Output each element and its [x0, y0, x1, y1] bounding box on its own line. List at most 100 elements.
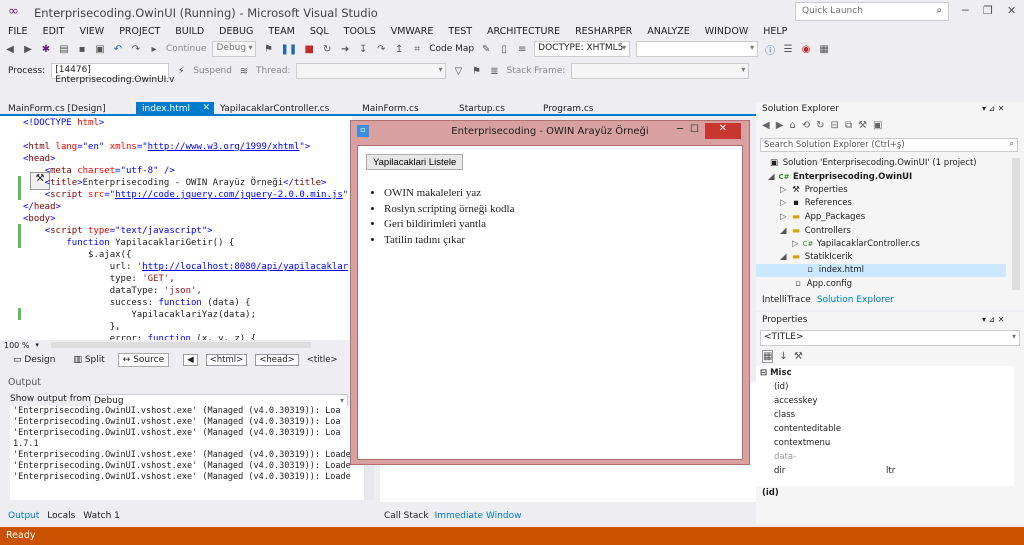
sync-icon[interactable]: ⟲	[802, 120, 810, 131]
tree-item-statikicerik[interactable]: ◢ ▬ StatikIcerik	[780, 252, 852, 262]
close-tab-icon[interactable]: ✕	[202, 103, 210, 113]
menu-view[interactable]: VIEW	[80, 26, 105, 37]
menu-file[interactable]: FILE	[8, 26, 28, 37]
menu-icon[interactable]: ☰	[782, 44, 794, 55]
menu-analyze[interactable]: ANALYZE	[647, 26, 689, 37]
step-into-icon[interactable]: ↧	[357, 44, 369, 55]
refresh-icon[interactable]: ↻	[816, 120, 824, 131]
minimize-icon[interactable]: ─	[677, 124, 683, 135]
thread-select[interactable]: ▾	[296, 63, 447, 79]
property-name[interactable]: accesskey	[774, 396, 818, 406]
horizontal-scrollbar[interactable]	[50, 342, 311, 348]
menu-team[interactable]: TEAM	[268, 26, 295, 37]
chevron-down-icon[interactable]: ▾	[35, 341, 39, 349]
menu-debug[interactable]: DEBUG	[219, 26, 253, 37]
breadcrumb-html[interactable]: <html>	[205, 354, 248, 366]
breadcrumb-prev-icon[interactable]: ◀	[183, 354, 198, 366]
property-name[interactable]: class	[774, 410, 795, 420]
process-select[interactable]: [14476] Enterprisecoding.OwinUI.v	[51, 63, 175, 85]
menu-project[interactable]: PROJECT	[119, 26, 160, 37]
tab-immediate-window[interactable]: Immediate Window	[435, 511, 522, 521]
tree-item-app-packages[interactable]: ▷ ▬ App_Packages	[780, 212, 865, 222]
tab-index-html[interactable]: index.html ✕	[136, 102, 214, 116]
menu-resharper[interactable]: RESHARPER	[575, 26, 632, 37]
quick-launch-input[interactable]: Quick Launch ⌕	[795, 2, 949, 21]
code-editor[interactable]: ⚒ <!DOCTYPE html> <html lang="en" xmlns=…	[0, 116, 352, 340]
pause-icon[interactable]: ❚❚	[280, 44, 297, 55]
tree-item-solution[interactable]: ▣ Solution 'Enterprisecoding.OwinUI' (1 …	[768, 158, 977, 168]
stack-frame-select[interactable]: ▾	[571, 63, 750, 79]
split-view-button[interactable]: ▥ Split	[68, 353, 109, 367]
menu-help[interactable]: HELP	[763, 26, 787, 37]
menu-test[interactable]: TEST	[448, 26, 472, 37]
list-todos-button[interactable]: Yapilacaklari Listele	[366, 154, 464, 170]
property-name[interactable]: dir	[774, 466, 785, 476]
source-view-button[interactable]: ↔ Source	[117, 353, 170, 367]
pane-options-icon[interactable]: ▾ ⊿ ✕	[982, 315, 1005, 324]
pin-icon[interactable]: ✎	[480, 44, 492, 55]
browser-icon[interactable]: ◉	[800, 44, 812, 55]
expand-icon[interactable]: ▷	[780, 212, 790, 222]
tree-item-project[interactable]: ◢ C# Enterprisecoding.OwinUI	[768, 172, 912, 182]
alphabetical-icon[interactable]: ↓	[779, 351, 787, 362]
tab-output[interactable]: Output	[8, 511, 39, 521]
continue-icon[interactable]: ▸	[148, 44, 160, 55]
tab-call-stack[interactable]: Call Stack	[384, 511, 429, 521]
forward-icon[interactable]: ▶	[776, 120, 784, 131]
expand-icon[interactable]: ▷	[780, 198, 790, 208]
code-map-icon[interactable]: ⌗	[411, 44, 423, 55]
show-next-icon[interactable]: ➜	[339, 44, 351, 55]
flag-icon[interactable]: ⚑	[470, 66, 482, 77]
config-select[interactable]: Debug ▾	[212, 41, 257, 57]
properties-icon[interactable]: ⚒	[858, 120, 867, 131]
design-view-button[interactable]: ▭ Design	[8, 353, 60, 367]
zoom-level[interactable]: 100 %	[4, 341, 29, 350]
property-pages-icon[interactable]: ⚒	[794, 351, 803, 362]
tree-item-references[interactable]: ▷ ▪ References	[780, 198, 852, 208]
menu-vmware[interactable]: VMWARE	[391, 26, 434, 37]
breadcrumb-head[interactable]: <head>	[255, 354, 299, 366]
property-value-dir[interactable]: ltr	[886, 466, 895, 476]
comment-icon[interactable]: ≡	[516, 44, 528, 55]
restart-icon[interactable]: ↻	[321, 44, 333, 55]
menu-tools[interactable]: TOOLS	[344, 26, 376, 37]
collapse-icon[interactable]: ◢	[780, 252, 790, 262]
redo-icon[interactable]: ↷	[130, 44, 142, 55]
menu-architecture[interactable]: ARCHITECTURE	[487, 26, 560, 37]
tab-mainform-cs[interactable]: MainForm.cs	[356, 102, 425, 116]
properties-object-select[interactable]: <TITLE> ▾	[760, 330, 1020, 346]
tree-item-yapilacaklar-controller[interactable]: ▷ C# YapilacaklarController.cs	[792, 239, 920, 249]
maximize-icon[interactable]: ☐	[690, 124, 699, 135]
menu-sql[interactable]: SQL	[310, 26, 329, 37]
back-icon[interactable]: ◀	[4, 44, 16, 55]
tab-intellitrace[interactable]: IntelliTrace	[762, 295, 811, 305]
menu-window[interactable]: WINDOW	[705, 26, 749, 37]
output-text[interactable]: 'Enterprisecoding.OwinUI.vshost.exe' (Ma…	[10, 406, 364, 500]
tree-item-properties[interactable]: ▷ ⚒ Properties	[780, 185, 848, 195]
doctype-select[interactable]: DOCTYPE: XHTML5 ▾	[534, 41, 631, 57]
copy-icon[interactable]: ⧉	[845, 120, 852, 131]
menu-edit[interactable]: EDIT	[43, 26, 65, 37]
preview-icon[interactable]: ▣	[873, 120, 882, 131]
save-all-icon[interactable]: ▣	[94, 44, 106, 55]
filter-icon[interactable]: ▽	[452, 66, 464, 77]
tab-watch[interactable]: Watch 1	[83, 511, 120, 521]
expand-icon[interactable]: ◢	[768, 172, 778, 182]
info-icon[interactable]: ⓘ	[764, 42, 776, 57]
step-over-icon[interactable]: ↷	[375, 44, 387, 55]
breadcrumb-title[interactable]: <title>	[307, 355, 338, 365]
tree-item-index-html[interactable]: ▫ index.html	[756, 264, 1006, 277]
suspend-button[interactable]: Suspend	[193, 66, 232, 76]
vertical-scrollbar[interactable]	[1012, 158, 1020, 290]
category-misc[interactable]: ⊟ Misc	[760, 368, 792, 378]
new-project-icon[interactable]: ✱	[40, 44, 52, 55]
solution-search-input[interactable]: Search Solution Explorer (Ctrl+ş) ⌕	[760, 138, 1018, 152]
tab-locals[interactable]: Locals	[47, 511, 75, 521]
forward-icon[interactable]: ▶	[22, 44, 34, 55]
property-name[interactable]: contenteditable	[774, 424, 841, 434]
expand-icon[interactable]: ▷	[780, 185, 790, 195]
collapse-icon[interactable]: ◢	[780, 226, 790, 236]
attach-icon[interactable]: ⚑	[262, 44, 274, 55]
pane-options-icon[interactable]: ▾ ⊿ ✕	[982, 104, 1005, 113]
tab-program-cs[interactable]: Program.cs	[537, 102, 599, 116]
